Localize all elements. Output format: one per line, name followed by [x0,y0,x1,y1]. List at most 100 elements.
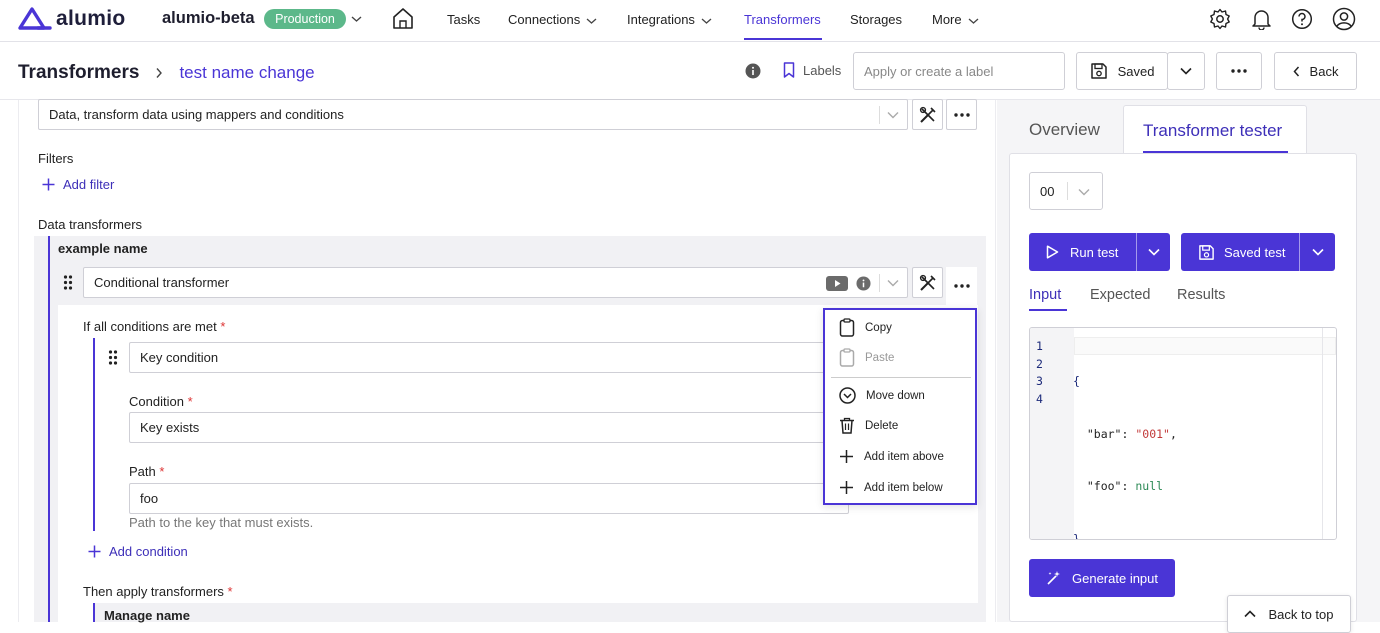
item-more-button[interactable] [946,267,977,305]
menu-delete[interactable]: Delete [839,417,898,434]
menu-add-item-below[interactable]: Add item below [839,480,943,495]
bookmark-icon [783,62,795,78]
code-line: } [1073,531,1177,540]
breadcrumb-transformers[interactable]: Transformers [18,62,139,84]
nav-connections-label: Connections [508,12,581,27]
condition-group-accent-bar [93,338,95,531]
run-test-button[interactable]: Run test [1029,233,1136,271]
add-condition-link[interactable]: Add condition [88,544,188,559]
menu-copy[interactable]: Copy [839,318,892,337]
code-colon: : [1121,426,1129,441]
label-input[interactable]: Apply or create a label [853,52,1065,90]
condition-label-text: Condition [129,394,184,409]
json-input-editor[interactable]: 1 2 3 4 { "bar": "001", "foo": null } [1029,327,1337,540]
tab-transformer-tester-label: Transformer tester [1143,121,1283,140]
run-test-dropdown[interactable] [1136,233,1170,271]
back-to-top-button[interactable]: Back to top [1227,595,1351,633]
manage-name: Manage name [104,608,190,623]
chevron-right-icon [155,67,163,79]
type-more-button[interactable] [946,99,977,130]
chevron-up-icon [1244,610,1257,618]
back-button[interactable]: Back [1274,52,1357,90]
nav-integrations[interactable]: Integrations [627,12,712,27]
required-marker: * [187,394,193,409]
condition-label: Condition * [129,394,193,409]
editor-scrollbar[interactable] [1322,328,1323,539]
info-icon[interactable] [745,63,761,79]
tab-overview[interactable]: Overview [1029,120,1100,140]
condition-select[interactable]: Key exists [129,412,849,443]
labels-button[interactable]: Labels [783,62,841,78]
plus-icon [88,545,101,558]
user-icon[interactable] [1332,7,1356,31]
line-numbers: 1 2 3 4 [1036,338,1043,408]
item-type-select[interactable]: Conditional transformer [83,267,908,298]
nav-connections[interactable]: Connections [508,12,597,27]
nav-more[interactable]: More [932,12,979,27]
more-actions-button[interactable] [1216,52,1262,90]
line-number: 4 [1036,391,1043,406]
path-label-text: Path [129,464,156,479]
nav-integrations-label: Integrations [627,12,695,27]
alumio-logo-icon [18,6,52,32]
required-marker: * [159,464,165,479]
chevron-left-icon [1293,66,1300,77]
drag-handle-icon[interactable] [63,275,73,290]
back-to-top-label: Back to top [1268,606,1334,622]
subtab-expected[interactable]: Expected [1090,287,1150,303]
menu-add-item-above[interactable]: Add item above [839,449,944,464]
generate-input-button[interactable]: Generate input [1029,559,1175,597]
item-tools-button[interactable] [912,267,943,298]
code-null: null [1135,479,1164,493]
chevron-down-icon [968,17,979,25]
alumio-logo[interactable]: alumio [18,6,125,32]
project-name[interactable]: alumio-beta [162,9,255,28]
clipboard-icon [839,318,855,337]
path-input[interactable]: foo [129,483,849,514]
menu-move-down[interactable]: Move down [839,387,925,404]
bell-icon[interactable] [1251,8,1272,30]
saved-test-button[interactable]: Saved test [1181,233,1299,271]
required-marker: * [227,584,233,599]
saved-test-label: Saved test [1224,244,1286,260]
nav-storages[interactable]: Storages [850,12,902,27]
saved-button[interactable]: Saved [1076,52,1168,90]
home-icon[interactable] [392,7,414,30]
nav-more-label: More [932,12,962,27]
code-brace: { [1073,374,1080,388]
path-label: Path * [129,464,164,479]
project-chevron-icon[interactable] [351,15,362,23]
nested-transformer-container [93,603,978,622]
subtab-input[interactable]: Input [1029,287,1061,303]
plus-icon [839,480,854,495]
select-divider [879,106,880,124]
line-number: 3 [1036,374,1043,388]
help-icon[interactable] [1291,8,1313,30]
back-label: Back [1309,63,1339,79]
chevron-down-icon [1311,248,1324,256]
tab-transformer-tester[interactable]: Transformer tester [1123,105,1307,155]
tools-button[interactable] [912,99,943,130]
context-menu: Copy Paste Move down Delete Add item abo… [823,308,977,505]
condition-name-input[interactable]: Key condition [129,342,849,373]
nav-tasks[interactable]: Tasks [447,12,480,27]
menu-copy-label: Copy [865,321,892,334]
ellipsis-icon [1231,69,1247,73]
menu-paste[interactable]: Paste [839,348,894,367]
chevron-down-icon [887,279,899,287]
test-case-select[interactable]: 00 [1029,172,1103,210]
path-help-text: Path to the key that must exists. [129,515,314,530]
transformer-type-select[interactable]: Data, transform data using mappers and c… [38,99,908,130]
nav-transformers[interactable]: Transformers [744,12,821,27]
video-icon[interactable] [826,276,848,291]
subtab-results[interactable]: Results [1177,287,1225,303]
nav-active-underline [744,38,822,40]
trash-icon [839,417,855,434]
data-transformers-title: Data transformers [38,217,143,232]
drag-handle-icon[interactable] [108,350,118,365]
saved-test-dropdown[interactable] [1299,233,1335,271]
gear-icon[interactable] [1209,8,1231,30]
saved-dropdown-button[interactable] [1167,52,1205,90]
info-icon[interactable] [856,276,871,291]
add-filter-link[interactable]: Add filter [42,177,114,192]
